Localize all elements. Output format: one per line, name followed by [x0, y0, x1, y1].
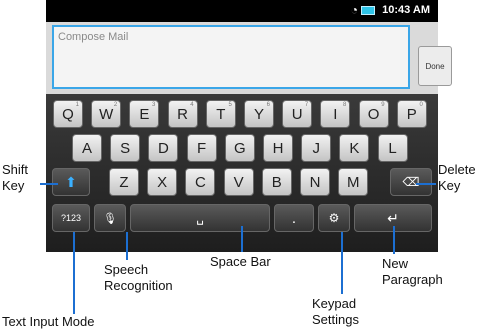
delete-icon: ⌫: [402, 175, 420, 189]
keypad-settings-annotation: Keypad Settings: [312, 296, 359, 327]
key-f-label: F: [197, 139, 207, 157]
key-b[interactable]: B: [261, 168, 292, 196]
battery-icon: [361, 6, 375, 15]
shift-key-line: [40, 183, 58, 185]
key-w-number: 2: [113, 102, 118, 108]
key-d-label: D: [157, 139, 169, 157]
key-a-label: A: [81, 139, 92, 157]
key-u-number: 7: [304, 102, 309, 108]
key-y-label: Y: [253, 105, 264, 123]
key-c[interactable]: C: [185, 168, 216, 196]
key-g[interactable]: G: [224, 134, 255, 162]
key-o[interactable]: O9: [358, 100, 389, 128]
key-t-number: 5: [228, 102, 232, 108]
compose-area: Compose Mail Done: [46, 22, 452, 94]
shift-key[interactable]: ⬆: [52, 168, 90, 196]
speech-line: [126, 232, 128, 260]
space-bar-annotation: Space Bar: [210, 254, 271, 269]
key-l[interactable]: L: [377, 134, 408, 162]
key-v-label: V: [233, 173, 244, 191]
space-icon: ␣: [196, 211, 204, 225]
key-i-number: 8: [343, 102, 347, 108]
done-button[interactable]: Done: [418, 46, 452, 86]
key-p[interactable]: P0: [396, 100, 427, 128]
key-i[interactable]: I8: [320, 100, 351, 128]
keypad-settings-line: [341, 232, 343, 294]
key-c-label: C: [194, 173, 206, 191]
key-t[interactable]: T5: [205, 100, 236, 128]
key-d[interactable]: D: [148, 134, 179, 162]
key-o-number: 9: [381, 102, 385, 108]
gear-icon: ⚙: [328, 211, 340, 225]
text-input-mode-key[interactable]: ?123: [52, 204, 90, 232]
shift-key-annotation: Shift Key: [2, 162, 29, 193]
period-key[interactable]: .: [274, 204, 314, 232]
key-q-number: 1: [75, 102, 79, 108]
key-r[interactable]: R4: [167, 100, 198, 128]
key-y-number: 6: [266, 102, 270, 108]
key-e[interactable]: E3: [129, 100, 160, 128]
key-n[interactable]: N: [300, 168, 330, 196]
delete-key[interactable]: ⌫: [390, 168, 432, 196]
microphone-icon: 🎙: [103, 212, 117, 225]
key-u-label: U: [291, 105, 303, 123]
key-q[interactable]: Q1: [53, 100, 83, 128]
key-w-label: W: [99, 105, 114, 123]
key-k-label: K: [349, 139, 360, 157]
phone-screen: ◔ 10:43 AM Compose Mail Done ⬆ ⌫ ?123 🎙 …: [46, 0, 452, 252]
delete-key-annotation: Delete Key: [438, 162, 476, 193]
keypad-settings-key[interactable]: ⚙: [318, 204, 350, 232]
key-b-label: B: [271, 173, 282, 191]
key-x[interactable]: X: [147, 168, 178, 196]
space-bar-line: [241, 226, 243, 252]
new-paragraph-annotation: New Paragraph: [382, 256, 443, 287]
key-z[interactable]: Z: [109, 168, 139, 196]
key-r-number: 4: [190, 102, 194, 108]
key-q-label: Q: [62, 105, 74, 123]
key-e-label: E: [139, 105, 150, 123]
key-g-label: G: [233, 139, 246, 157]
key-h-label: H: [272, 139, 284, 157]
status-time: 10:43 AM: [382, 4, 430, 16]
text-input-mode-line: [73, 232, 75, 314]
key-t-label: T: [216, 105, 226, 123]
speech-recognition-annotation: Speech Recognition: [104, 262, 173, 293]
delete-key-line: [416, 183, 436, 185]
enter-icon: ↵: [387, 209, 399, 226]
key-w[interactable]: W2: [91, 100, 122, 128]
key-p-label: P: [406, 105, 417, 123]
key-m-label: M: [346, 173, 360, 191]
key-e-number: 3: [152, 102, 156, 108]
key-u[interactable]: U7: [282, 100, 313, 128]
key-j[interactable]: J: [301, 134, 332, 162]
key-n-label: N: [309, 173, 321, 191]
speech-key[interactable]: 🎙: [94, 204, 126, 232]
status-bar: ◔ 10:43 AM: [46, 0, 438, 22]
shift-arrow-icon: ⬆: [65, 173, 77, 190]
key-l-label: L: [388, 139, 397, 157]
space-bar[interactable]: ␣: [130, 204, 270, 232]
key-p-number: 0: [419, 102, 423, 108]
key-h[interactable]: H: [263, 134, 293, 162]
key-j-label: J: [312, 139, 320, 157]
new-paragraph-line: [393, 226, 395, 254]
key-s-label: S: [120, 139, 131, 157]
compose-mail-field[interactable]: Compose Mail: [52, 25, 410, 89]
key-y[interactable]: Y6: [244, 100, 274, 128]
key-k[interactable]: K: [339, 134, 370, 162]
key-z-label: Z: [119, 173, 129, 191]
key-a[interactable]: A: [72, 134, 102, 162]
key-x-label: X: [157, 173, 168, 191]
key-r-label: R: [177, 105, 189, 123]
key-o-label: O: [367, 105, 380, 123]
text-input-mode-annotation: Text Input Mode: [2, 314, 95, 329]
key-v[interactable]: V: [223, 168, 254, 196]
key-f[interactable]: F: [186, 134, 217, 162]
key-s[interactable]: S: [110, 134, 141, 162]
wifi-icon: ◔: [350, 3, 358, 17]
key-m[interactable]: M: [338, 168, 369, 196]
key-i-label: I: [333, 105, 338, 123]
